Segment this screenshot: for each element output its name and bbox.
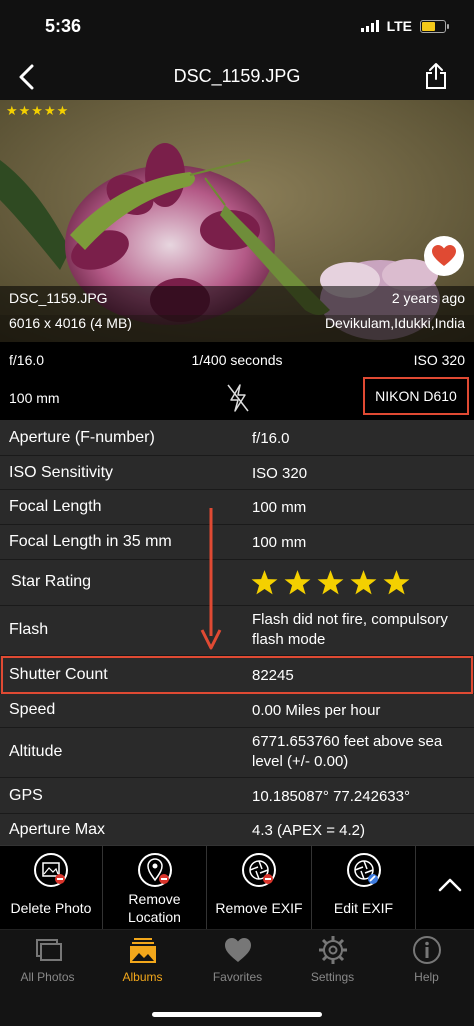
remove-exif-icon <box>242 853 276 887</box>
photo-age: 2 years ago <box>391 290 465 306</box>
exif-label: GPS <box>9 787 43 804</box>
tab-all-photos[interactable]: All Photos <box>0 930 95 992</box>
exif-value: 4.3 (APEX = 4.2) <box>252 822 365 839</box>
photo-preview[interactable]: ★★★★★ DSC_1159.JPG 6016 x 4016 (4 MB) 2 … <box>0 100 474 342</box>
star-icon[interactable] <box>251 569 278 596</box>
gear-icon <box>318 936 347 964</box>
exif-row: Focal Length 100 mm <box>0 490 474 525</box>
exif-value: 0.00 Miles per hour <box>252 702 381 719</box>
status-bar: 5:36 LTE <box>0 0 474 52</box>
exif-label: Star Rating <box>11 573 92 590</box>
remove-exif-button[interactable]: Remove EXIF <box>207 846 312 930</box>
photo-dimensions: 6016 x 4016 (4 MB) <box>9 315 132 331</box>
exif-label: Speed <box>9 701 56 718</box>
tab-label: All Photos <box>20 970 75 984</box>
status-indicators: LTE <box>360 18 449 34</box>
action-label: Edit EXIF <box>333 900 394 916</box>
exif-label: Focal Length in 35 mm <box>9 533 172 550</box>
tab-label: Albums <box>122 970 163 984</box>
summary-iso: ISO 320 <box>413 352 465 368</box>
action-label: Remove EXIF <box>215 900 303 916</box>
exif-label: Flash <box>9 621 49 638</box>
edit-exif-button[interactable]: Edit EXIF <box>312 846 416 930</box>
photo-location: Devikulam,Idukki,India <box>324 315 465 331</box>
summary-focal: 100 mm <box>9 390 60 406</box>
all-photos-icon <box>35 939 62 961</box>
rating-stars: ★★★★★ <box>6 103 70 118</box>
camera-model: NIKON D610 <box>363 377 469 415</box>
exif-label: Aperture (F-number) <box>9 429 155 446</box>
delete-photo-button[interactable]: Delete Photo <box>0 846 103 930</box>
albums-icon <box>129 938 156 963</box>
camera-model-label: NIKON D610 <box>375 388 457 404</box>
exif-value: ISO 320 <box>252 465 308 482</box>
action-label: Delete Photo <box>10 900 92 916</box>
tab-settings[interactable]: Settings <box>285 930 380 992</box>
tab-favorites[interactable]: Favorites <box>190 930 285 992</box>
tab-albums[interactable]: Albums <box>95 930 190 992</box>
edit-exif-icon <box>346 853 381 887</box>
exif-row: Aperture Max 4.3 (APEX = 4.2) <box>0 814 474 845</box>
star-icon[interactable] <box>383 569 410 596</box>
exif-row: ISO Sensitivity ISO 320 <box>0 456 474 490</box>
remove-location-button[interactable]: Remove Location <box>103 846 207 930</box>
share-button[interactable] <box>418 58 454 94</box>
status-time: 5:36 <box>45 16 82 36</box>
remove-location-icon <box>137 853 172 887</box>
summary-shutter: 1/400 seconds <box>191 352 283 368</box>
annotation-arrow <box>200 508 222 650</box>
heart-icon <box>432 245 456 266</box>
exif-row: GPS 10.185087° 77.242633° <box>0 778 474 814</box>
signal-icon <box>360 20 379 32</box>
flash-off-icon <box>227 384 249 412</box>
exif-row: Altitude 6771.653760 feet above sea leve… <box>0 728 474 778</box>
exif-value: 100 mm <box>252 499 307 516</box>
delete-photo-icon <box>34 853 68 887</box>
exif-value: 10.185087° 77.242633° <box>252 788 410 805</box>
photo-filename: DSC_1159.JPG <box>9 290 108 306</box>
navigation-bar: DSC_1159.JPG <box>0 52 474 100</box>
exif-list[interactable]: Aperture (F-number) f/16.0 ISO Sensitivi… <box>0 420 474 845</box>
exif-label: Aperture Max <box>9 821 106 838</box>
exif-row-star-rating: Star Rating <box>0 560 474 606</box>
battery-icon <box>420 19 449 33</box>
tab-label: Favorites <box>212 970 263 984</box>
action-bar: Delete Photo Remove Location Remove EXIF… <box>0 845 474 930</box>
exif-row: Flash Flash did not fire, compulsory fla… <box>0 606 474 656</box>
tab-help[interactable]: Help <box>379 930 474 992</box>
exif-value: 100 mm <box>252 534 307 551</box>
exif-row: Speed 0.00 Miles per hour <box>0 694 474 728</box>
heart-icon <box>224 938 251 962</box>
star-icon[interactable] <box>317 569 344 596</box>
share-icon <box>426 63 446 89</box>
tab-label: Help <box>414 970 439 984</box>
exif-row: Focal Length in 35 mm 100 mm <box>0 525 474 560</box>
star-icon[interactable] <box>350 569 377 596</box>
exif-row: Aperture (F-number) f/16.0 <box>0 420 474 456</box>
exif-value: f/16.0 <box>252 430 290 447</box>
tab-label: Settings <box>310 970 355 984</box>
exif-label: ISO Sensitivity <box>9 464 114 481</box>
network-label: LTE <box>386 18 412 34</box>
shutter-count-highlight <box>1 656 473 694</box>
info-icon <box>412 936 441 964</box>
favorite-button[interactable] <box>424 236 464 276</box>
exif-value: Flash did not fire, compulsory flash mod… <box>252 611 448 648</box>
star-icon[interactable] <box>284 569 311 596</box>
exif-label: Focal Length <box>9 498 102 515</box>
home-indicator <box>152 1012 322 1017</box>
action-label: Remove Location <box>128 891 181 925</box>
page-title: DSC_1159.JPG <box>173 66 301 86</box>
exif-label: Altitude <box>9 743 63 760</box>
star-rating[interactable] <box>251 569 410 596</box>
expand-chevron-up-icon[interactable] <box>435 870 465 900</box>
exif-value: 6771.653760 feet above sea level (+/- 0.… <box>252 733 443 770</box>
